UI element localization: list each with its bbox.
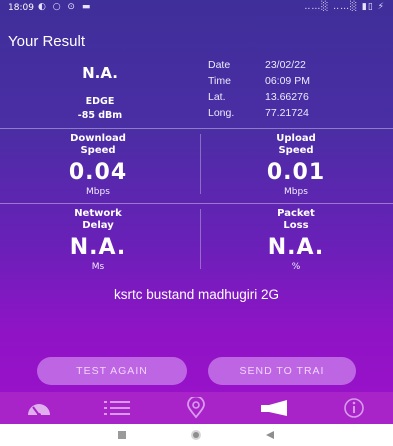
meta-label: Lat. [208,91,226,103]
metric-label: Upload Speed [198,133,393,157]
divider [0,128,393,129]
system-status-icons: ‥…░ ‥…░ ▮▯ ⚡ [304,2,385,12]
meta-value: 13.66276 [265,91,309,103]
meta-value: 06:09 PM [265,75,310,87]
app-view: 18:09 ◐ ○ ⊙ ▬ ‥…░ ‥…░ ▮▯ ⚡ Your Result N… [0,0,393,424]
notification-icons: ◐ ○ ⊙ ▬ [38,2,93,12]
back-icon[interactable] [265,430,275,440]
meta-label: Time [208,75,231,87]
metric-value: 0.04 [68,160,128,185]
list-icon [104,401,130,415]
upload-speed: Upload Speed 0.01 Mbps [198,133,393,197]
signal-strength: -85 dBm [77,110,123,121]
tab-complaint[interactable] [236,392,314,424]
meta-time: Time 06:09 PM [208,75,310,87]
network-name: N.A. [82,64,118,82]
divider [0,203,393,204]
meta-label: Long. [208,107,235,119]
packet-loss: Packet Loss N.A. % [198,208,393,272]
info-icon [344,398,364,418]
tab-info[interactable] [315,392,393,424]
tab-bar [0,392,393,424]
network-info: N.A. EDGE -85 dBm Date 23/02/22 Time 06:09… [0,56,393,128]
screen: 18:09 ◐ ○ ⊙ ▬ ‥…░ ‥…░ ▮▯ ⚡ Your Result N… [0,0,393,446]
metric-label-line: Download [70,133,126,144]
tab-speed-test[interactable] [0,392,78,424]
download-speed: Download Speed 0.04 Mbps [0,133,196,197]
system-nav-bar [0,424,393,446]
status-bar: 18:09 ◐ ○ ⊙ ▬ ‥…░ ‥…░ ▮▯ ⚡ [0,0,393,16]
meta-latitude: Lat. 13.66276 [208,91,309,103]
meta-value: 77.21724 [265,107,309,119]
metric-label: Network Delay [0,208,196,232]
meta-longitude: Long. 77.21724 [208,107,309,119]
metric-label-line: Packet [277,208,315,219]
test-again-button[interactable]: TEST AGAIN [37,357,187,385]
speedometer-icon [28,404,50,417]
home-icon[interactable] [190,429,202,441]
metric-label-line: Network [74,208,122,219]
page-title: Your Result [8,33,85,50]
metric-label-line: Speed [80,145,116,156]
metric-label: Download Speed [0,133,196,157]
recents-icon[interactable] [117,430,127,440]
location-name: ksrtc bustand madhugiri 2G [113,287,280,302]
metric-unit: Mbps [284,187,308,197]
metric-value: N.A. [267,235,325,260]
metric-value: 0.01 [266,160,326,185]
status-time: 18:09 [8,3,34,13]
metric-unit: Ms [91,262,105,272]
tab-history[interactable] [78,392,156,424]
metric-label-line: Upload [276,133,316,144]
map-pin-icon [187,397,205,419]
meta-value: 23/02/22 [265,59,306,71]
metric-label: Packet Loss [198,208,393,232]
meta-label: Date [208,59,231,71]
metric-unit: Mbps [86,187,110,197]
metric-unit: % [291,262,301,272]
metric-label-line: Loss [283,220,309,231]
metric-label-line: Speed [278,145,314,156]
metric-value: N.A. [69,235,127,260]
megaphone-icon [261,400,287,416]
meta-date: Date 23/02/22 [208,59,306,71]
network-type: EDGE [85,96,115,107]
tab-map[interactable] [157,392,235,424]
metric-label-line: Delay [82,220,114,231]
network-delay: Network Delay N.A. Ms [0,208,196,272]
send-to-trai-button[interactable]: SEND TO TRAI [208,357,356,385]
